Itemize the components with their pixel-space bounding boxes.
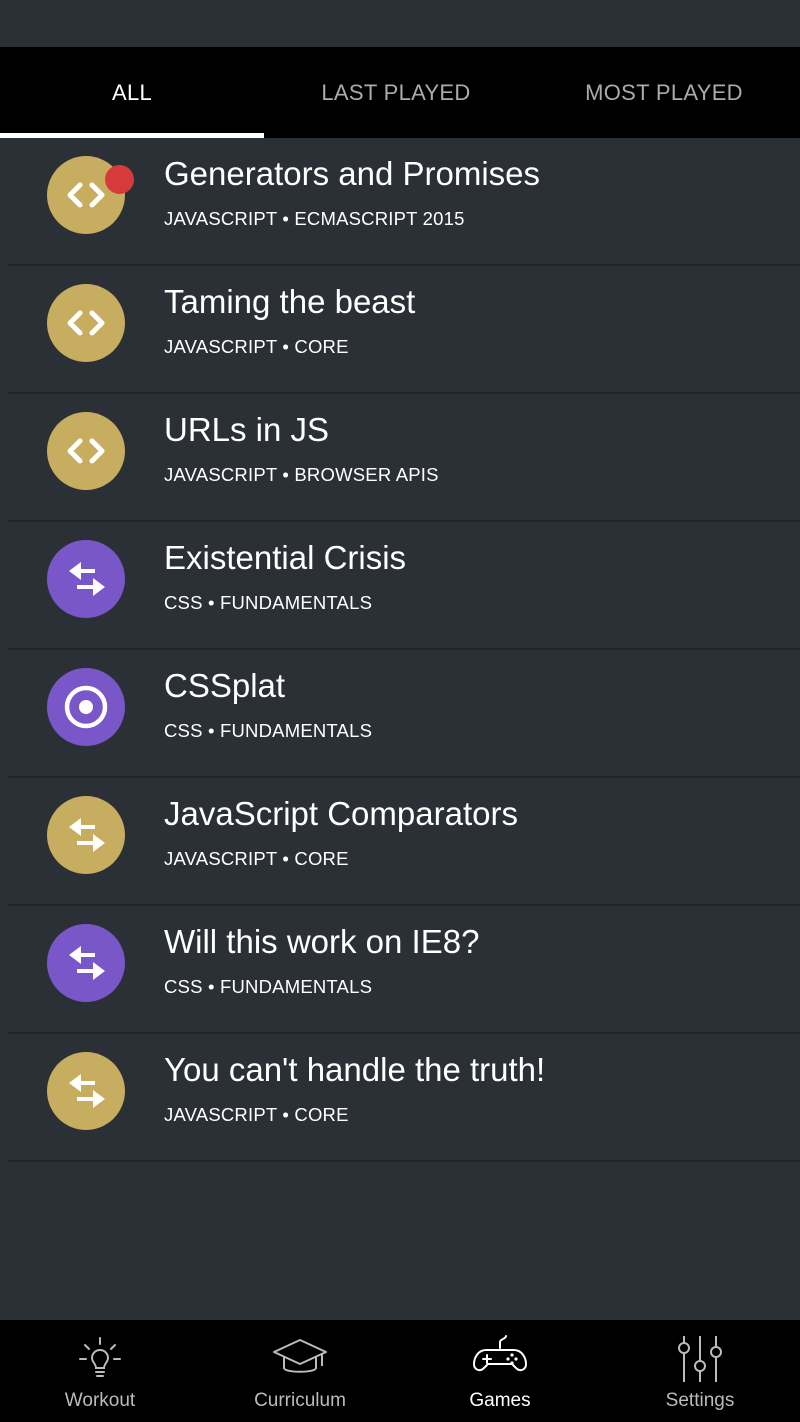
game-title: Existential Crisis — [164, 539, 407, 576]
nav-games[interactable]: Games — [400, 1320, 600, 1422]
list-item[interactable]: URLs in JS JAVASCRIPT • BROWSER APIS — [8, 394, 800, 522]
game-subtitle: JAVASCRIPT • CORE — [164, 848, 349, 869]
gamepad-icon — [472, 1335, 528, 1372]
nav-label: Settings — [665, 1390, 735, 1411]
list-item[interactable]: Taming the beast JAVASCRIPT • CORE — [8, 266, 800, 394]
game-subtitle: JAVASCRIPT • CORE — [164, 1104, 349, 1125]
game-title: Will this work on IE8? — [164, 923, 480, 960]
game-list: Generators and Promises JAVASCRIPT • ECM… — [0, 138, 800, 1162]
game-subtitle: CSS • FUNDAMENTALS — [164, 720, 373, 741]
tab-last-played[interactable]: LAST PLAYED — [264, 47, 528, 138]
game-title: URLs in JS — [164, 411, 330, 448]
list-item[interactable]: You can't handle the truth! JAVASCRIPT •… — [8, 1034, 800, 1162]
swap-arrows-icon — [47, 1052, 125, 1130]
lightbulb-icon — [79, 1337, 121, 1377]
nav-label: Curriculum — [254, 1390, 346, 1411]
status-bar — [0, 0, 800, 47]
tab-all[interactable]: ALL — [0, 47, 264, 138]
tab-bar: ALL LAST PLAYED MOST PLAYED — [0, 47, 800, 138]
game-subtitle: CSS • FUNDAMENTALS — [164, 976, 373, 997]
sliders-icon — [678, 1336, 722, 1382]
game-title: Generators and Promises — [164, 155, 541, 192]
nav-workout[interactable]: Workout — [0, 1320, 200, 1422]
code-icon — [47, 412, 125, 490]
game-subtitle: JAVASCRIPT • BROWSER APIS — [164, 464, 439, 485]
swap-arrows-icon — [47, 924, 125, 1002]
tab-most-played[interactable]: MOST PLAYED — [528, 47, 800, 138]
nav-curriculum[interactable]: Curriculum — [200, 1320, 400, 1422]
game-title: You can't handle the truth! — [164, 1051, 546, 1088]
target-icon — [47, 668, 125, 746]
game-subtitle: JAVASCRIPT • CORE — [164, 336, 349, 357]
swap-arrows-icon — [47, 796, 125, 874]
swap-arrows-icon — [47, 540, 125, 618]
list-item[interactable]: Generators and Promises JAVASCRIPT • ECM… — [8, 138, 800, 266]
nav-settings[interactable]: Settings — [600, 1320, 800, 1422]
code-icon — [47, 284, 125, 362]
notification-badge — [105, 165, 134, 194]
list-item[interactable]: Existential Crisis CSS • FUNDAMENTALS — [8, 522, 800, 650]
nav-label: Workout — [64, 1390, 136, 1411]
graduation-cap-icon — [273, 1339, 327, 1373]
list-item[interactable]: JavaScript Comparators JAVASCRIPT • CORE — [8, 778, 800, 906]
nav-label: Games — [469, 1390, 531, 1411]
bottom-navigation: Workout Curriculum Games Settings — [0, 1320, 800, 1422]
game-title: Taming the beast — [164, 283, 416, 320]
game-subtitle: JAVASCRIPT • ECMASCRIPT 2015 — [164, 208, 465, 229]
game-title: CSSplat — [164, 667, 286, 704]
game-title: JavaScript Comparators — [164, 795, 518, 832]
game-subtitle: CSS • FUNDAMENTALS — [164, 592, 373, 613]
list-item[interactable]: Will this work on IE8? CSS • FUNDAMENTAL… — [8, 906, 800, 1034]
list-item[interactable]: CSSplat CSS • FUNDAMENTALS — [8, 650, 800, 778]
